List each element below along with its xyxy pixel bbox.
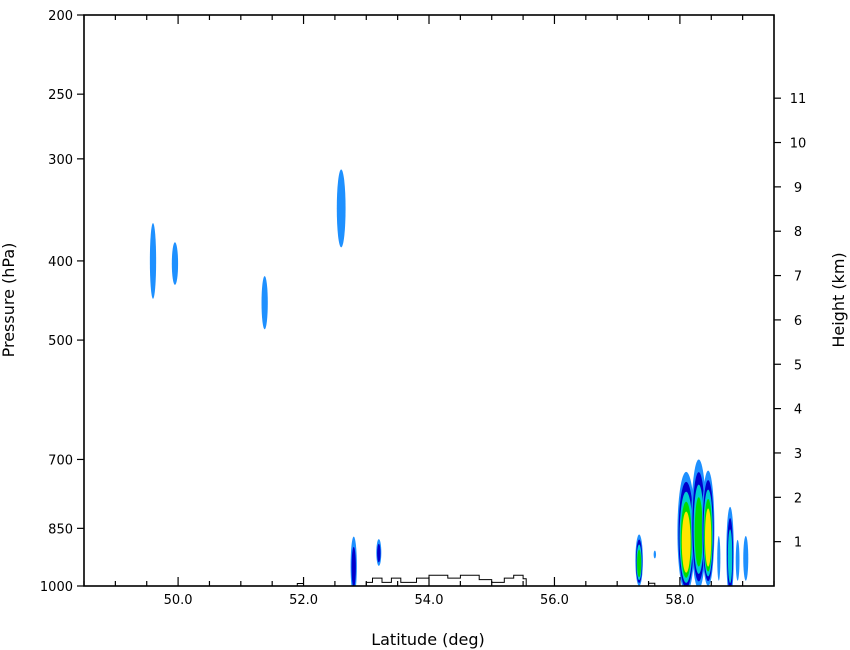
- x-tick-label: 50.0: [164, 593, 193, 608]
- contour-fill-level-1: [149, 223, 157, 299]
- x-tick-label: 56.0: [540, 593, 569, 608]
- x-tick-label: 58.0: [665, 593, 694, 608]
- height-tick-label: 3: [794, 447, 802, 462]
- height-tick-label: 9: [794, 181, 802, 196]
- pressure-tick-label: 500: [48, 334, 73, 349]
- height-tick-label: 4: [794, 403, 802, 418]
- x-tick-label: 52.0: [289, 593, 318, 608]
- x-axis-title: Latitude (deg): [371, 630, 485, 649]
- right-y-axis-title: Height (km): [829, 252, 848, 347]
- height-tick-label: 7: [794, 270, 802, 285]
- contour-fill-level-1: [743, 536, 749, 581]
- contour-fill-level-4: [694, 497, 703, 567]
- height-tick-label: 11: [790, 92, 807, 107]
- left-y-axis-title: Pressure (hPa): [0, 243, 18, 358]
- contour-fill-level-5: [681, 511, 691, 573]
- plot-frame: [83, 14, 775, 587]
- pressure-tick-label: 700: [48, 453, 73, 468]
- pressure-tick-label: 300: [48, 153, 73, 168]
- contour-fill-level-4: [637, 549, 642, 578]
- pressure-tick-label: 250: [48, 88, 73, 103]
- height-tick-label: 2: [794, 491, 802, 506]
- height-tick-label: 10: [790, 137, 807, 152]
- pressure-tick-label: 1000: [40, 580, 73, 595]
- contour-fill-level-1: [735, 539, 740, 581]
- contour-chart: 50.0 52.0 54.0 56.0 58.020025030040050070085…: [0, 9, 848, 649]
- contour-fill-level-1: [653, 550, 657, 559]
- height-tick-label: 8: [794, 225, 802, 240]
- contour-fill-level-2: [377, 543, 381, 563]
- height-tick-label: 6: [794, 314, 802, 329]
- pressure-tick-label: 400: [48, 255, 73, 270]
- height-tick-label: 1: [794, 536, 802, 551]
- contour-fill-level-1: [717, 536, 721, 581]
- contour-fill-level-2: [351, 546, 356, 586]
- contour-fills: [149, 169, 749, 586]
- x-tick-label: 54.0: [415, 593, 444, 608]
- contour-fill-level-3: [727, 529, 733, 584]
- contour-fill-level-5: [704, 508, 712, 567]
- contour-fill-level-1: [261, 276, 268, 330]
- contour-fill-level-1: [336, 169, 346, 248]
- pressure-tick-label: 850: [48, 522, 73, 537]
- contour-fill-level-1: [171, 242, 179, 285]
- pressure-tick-label: 200: [48, 9, 73, 24]
- height-tick-label: 5: [794, 358, 802, 373]
